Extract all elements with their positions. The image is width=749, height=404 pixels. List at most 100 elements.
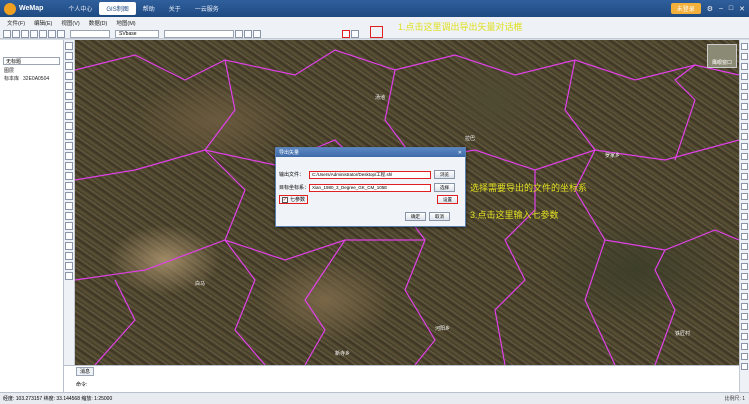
target-crs-input[interactable]: Xian_1980_3_Degree_GK_CM_105E xyxy=(309,183,431,192)
menu-item-gis[interactable]: GIS制图 xyxy=(99,2,136,15)
ok-button[interactable]: 确定 xyxy=(405,212,426,221)
tool-icon[interactable] xyxy=(741,293,748,300)
tool-icon[interactable] xyxy=(741,223,748,230)
select-icon[interactable] xyxy=(57,29,65,38)
toolbar-menu-file[interactable]: 文件(F) xyxy=(3,19,29,27)
tool-icon[interactable] xyxy=(741,353,748,360)
style-select[interactable] xyxy=(164,29,234,38)
tool-icon[interactable] xyxy=(741,213,748,220)
tool-icon[interactable] xyxy=(65,102,73,110)
tool-icon[interactable] xyxy=(741,103,748,110)
dialog-close-icon[interactable]: ✕ xyxy=(458,150,462,156)
tool-icon[interactable] xyxy=(741,113,748,120)
layer-icon[interactable] xyxy=(253,29,261,38)
new-icon[interactable] xyxy=(3,29,11,38)
tool-icon[interactable] xyxy=(65,222,73,230)
tool-icon[interactable] xyxy=(65,142,73,150)
tool-icon[interactable] xyxy=(741,183,748,190)
tool-icon[interactable] xyxy=(65,62,73,70)
tool-icon[interactable] xyxy=(741,283,748,290)
menu-item-about[interactable]: 关于 xyxy=(162,2,188,15)
tool-icon[interactable] xyxy=(741,323,748,330)
tool-icon[interactable] xyxy=(65,92,73,100)
tool-icon[interactable] xyxy=(741,303,748,310)
toolbar-menu-edit[interactable]: 编辑(E) xyxy=(30,19,56,27)
tool-icon[interactable] xyxy=(65,52,73,60)
close-icon[interactable]: ✕ xyxy=(739,5,745,13)
save-icon[interactable] xyxy=(21,29,29,38)
maximize-icon[interactable]: □ xyxy=(729,5,733,12)
tool-icon[interactable] xyxy=(65,42,73,50)
select-crs-button[interactable]: 选择 xyxy=(434,183,455,192)
font-select[interactable]: SVbase xyxy=(115,29,159,38)
overview-map[interactable]: 鹰眼窗口 xyxy=(707,44,737,68)
draw-icon[interactable] xyxy=(235,29,243,38)
tool-icon[interactable] xyxy=(741,273,748,280)
tool-icon[interactable] xyxy=(65,242,73,250)
tool-icon[interactable] xyxy=(741,163,748,170)
tool-icon[interactable] xyxy=(741,243,748,250)
tool-icon[interactable] xyxy=(65,172,73,180)
tool-icon[interactable] xyxy=(741,133,748,140)
tool-icon[interactable] xyxy=(741,203,748,210)
tree-item-sample[interactable]: 标本库 32E0A0504 xyxy=(4,75,63,83)
tool-icon[interactable] xyxy=(741,83,748,90)
settings-icon[interactable]: ⚙ xyxy=(707,5,713,13)
tool-icon[interactable] xyxy=(741,93,748,100)
toolbar-menu-map[interactable]: 地图(M) xyxy=(112,19,139,27)
tool-icon[interactable] xyxy=(741,63,748,70)
tool-icon[interactable] xyxy=(741,343,748,350)
menu-item-cloud[interactable]: 一云服务 xyxy=(188,2,226,15)
tool-icon[interactable] xyxy=(65,192,73,200)
chart-icon[interactable] xyxy=(351,29,359,38)
settings-button[interactable]: 设置 xyxy=(437,195,459,204)
toolbar-menu-data[interactable]: 数据(D) xyxy=(85,19,112,27)
minimize-icon[interactable]: – xyxy=(719,5,723,12)
tool-icon[interactable] xyxy=(65,72,73,80)
tool-icon[interactable] xyxy=(65,232,73,240)
tool-icon[interactable] xyxy=(741,123,748,130)
pan-icon[interactable] xyxy=(48,29,56,38)
tool-icon[interactable] xyxy=(741,333,748,340)
tool-icon[interactable] xyxy=(741,143,748,150)
measure-icon[interactable] xyxy=(244,29,252,38)
tool-icon[interactable] xyxy=(741,173,748,180)
open-icon[interactable] xyxy=(12,29,20,38)
tool-icon[interactable] xyxy=(65,132,73,140)
menu-item-help[interactable]: 帮助 xyxy=(136,2,162,15)
tool-icon[interactable] xyxy=(65,152,73,160)
tool-icon[interactable] xyxy=(741,263,748,270)
cancel-button[interactable]: 取消 xyxy=(429,212,450,221)
tool-icon[interactable] xyxy=(741,43,748,50)
tool-icon[interactable] xyxy=(741,363,748,370)
tool-icon[interactable] xyxy=(65,272,73,280)
output-file-input[interactable]: C:/Users/Administrator/Desktop/工程.shl xyxy=(309,170,431,179)
menu-item-personal[interactable]: 个人中心 xyxy=(61,2,99,15)
tool-icon[interactable] xyxy=(65,162,73,170)
zoom-out-icon[interactable] xyxy=(39,29,47,38)
seven-param-checkbox[interactable]: ✓ xyxy=(282,196,288,203)
command-line[interactable]: 命令: xyxy=(76,381,87,388)
message-tab[interactable]: 消息 xyxy=(76,367,95,376)
tool-icon[interactable] xyxy=(741,153,748,160)
tool-icon[interactable] xyxy=(65,82,73,90)
tool-icon[interactable] xyxy=(65,252,73,260)
tool-icon[interactable] xyxy=(65,262,73,270)
export-vector-icon[interactable] xyxy=(342,29,350,38)
layer-panel-field[interactable]: 无标题 xyxy=(3,57,60,65)
tool-icon[interactable] xyxy=(65,202,73,210)
seven-param-checkbox-group[interactable]: ✓ 七参数 xyxy=(279,195,309,204)
browse-button[interactable]: 浏览 xyxy=(434,170,455,179)
tool-icon[interactable] xyxy=(741,73,748,80)
tool-icon[interactable] xyxy=(741,193,748,200)
tool-icon[interactable] xyxy=(741,53,748,60)
tool-icon[interactable] xyxy=(65,212,73,220)
login-button[interactable]: 未登录 xyxy=(670,3,701,14)
layer-select[interactable] xyxy=(70,29,110,38)
tool-icon[interactable] xyxy=(65,122,73,130)
tree-item-layer[interactable]: 图层 xyxy=(4,67,63,75)
tool-icon[interactable] xyxy=(65,182,73,190)
zoom-in-icon[interactable] xyxy=(30,29,38,38)
tool-icon[interactable] xyxy=(65,112,73,120)
toolbar-menu-view[interactable]: 视图(V) xyxy=(57,19,83,27)
